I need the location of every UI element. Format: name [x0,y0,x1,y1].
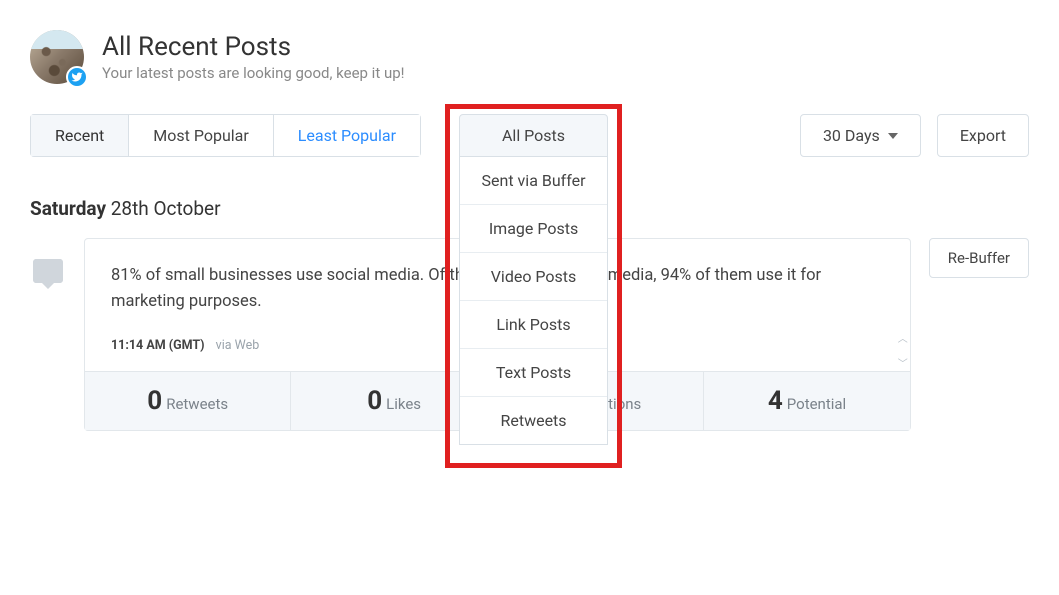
rebuffer-button[interactable]: Re-Buffer [929,238,1029,278]
post-type-filter: All Posts Sent via Buffer Image Posts Vi… [459,114,608,157]
scroll-indicator[interactable]: ︿ ﹀ [898,330,908,370]
date-range-label: 30 Days [823,126,880,145]
stat-value: 4 [768,386,783,416]
toolbar: Recent Most Popular Least Popular All Po… [30,114,1029,157]
date-rest: 28th October [106,197,221,220]
stat-label: Potential [787,395,846,413]
date-day: Saturday [30,197,106,220]
tab-recent[interactable]: Recent [31,115,129,156]
scroll-down-icon[interactable]: ﹀ [898,355,908,370]
filter-option-link-posts[interactable]: Link Posts [460,301,607,349]
twitter-badge-icon [66,66,88,88]
page-title: All Recent Posts [102,32,405,62]
filter-selected[interactable]: All Posts [459,114,608,157]
sort-tabs: Recent Most Popular Least Popular [30,114,421,157]
tab-least-popular[interactable]: Least Popular [274,115,420,156]
page-header: All Recent Posts Your latest posts are l… [30,20,1029,84]
stat-potential: 4Potential [704,372,909,430]
date-range-button[interactable]: 30 Days [800,114,921,157]
speech-bubble-icon [30,256,66,292]
stat-label: Retweets [166,395,228,413]
account-avatar[interactable] [30,30,84,84]
filter-option-retweets[interactable]: Retweets [460,397,607,444]
tab-most-popular[interactable]: Most Popular [129,115,274,156]
filter-option-sent-via-buffer[interactable]: Sent via Buffer [460,157,607,205]
filter-option-image-posts[interactable]: Image Posts [460,205,607,253]
header-text: All Recent Posts Your latest posts are l… [102,32,405,82]
stat-value: 0 [367,386,382,416]
caret-down-icon [888,133,898,139]
post-via: via Web [216,338,260,353]
scroll-up-icon[interactable]: ︿ [898,330,908,345]
filter-option-text-posts[interactable]: Text Posts [460,349,607,397]
stat-label: Likes [386,395,421,413]
export-button[interactable]: Export [937,114,1029,157]
filter-option-video-posts[interactable]: Video Posts [460,253,607,301]
post-time: 11:14 AM (GMT) [111,338,205,353]
page-subtitle: Your latest posts are looking good, keep… [102,64,405,82]
filter-dropdown-menu: Sent via Buffer Image Posts Video Posts … [459,157,608,445]
stat-value: 0 [147,386,162,416]
stat-retweets: 0Retweets [85,372,291,430]
